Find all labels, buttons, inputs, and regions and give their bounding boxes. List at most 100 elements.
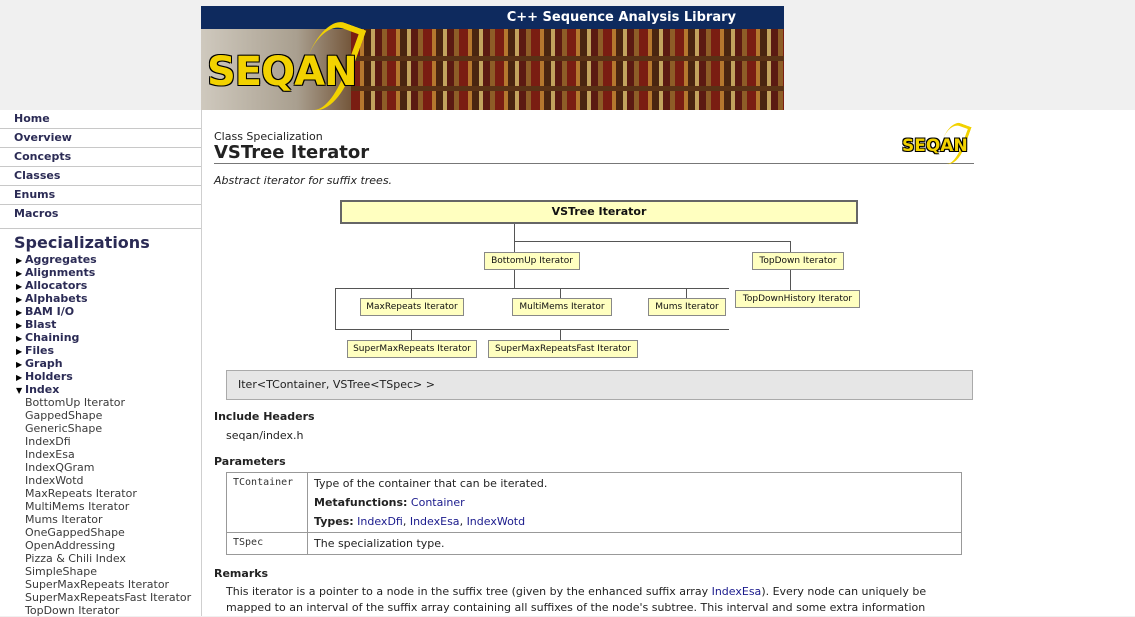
diagram-connector bbox=[560, 329, 561, 340]
diagram-connector bbox=[335, 329, 729, 330]
diagram-connector bbox=[335, 288, 729, 289]
main-content: Class Specialization VSTree Iterator SEQ… bbox=[202, 110, 1135, 616]
sidebar-link-concepts[interactable]: Concepts bbox=[0, 147, 201, 166]
header-banner: C++ Sequence Analysis Library SEQAN bbox=[201, 6, 784, 110]
inheritance-diagram: VSTree Iterator BottomUp Iterator TopDow… bbox=[214, 198, 974, 358]
sidebar-top-links: Home Overview Concepts Classes Enums Mac… bbox=[0, 110, 201, 223]
sidebar-item[interactable]: TopDown Iterator bbox=[0, 604, 201, 617]
sidebar-item[interactable]: SimpleShape bbox=[0, 565, 201, 578]
param-types: Types: IndexDfi, IndexEsa, IndexWotd bbox=[314, 515, 526, 528]
specializations-heading: Specializations bbox=[0, 228, 201, 253]
category-label: Allocators bbox=[25, 279, 88, 292]
banner-title: C++ Sequence Analysis Library bbox=[506, 10, 736, 25]
banner-title-bar: C++ Sequence Analysis Library bbox=[201, 6, 784, 29]
diagram-node-maxrepeats-iterator[interactable]: MaxRepeats Iterator bbox=[360, 298, 464, 316]
diagram-connector bbox=[514, 241, 515, 252]
title-divider bbox=[214, 163, 974, 164]
diagram-connector bbox=[514, 224, 515, 241]
sidebar-item[interactable]: MaxRepeats Iterator bbox=[0, 487, 201, 500]
bookshelf-image bbox=[351, 29, 784, 110]
sidebar-item[interactable]: IndexQGram bbox=[0, 461, 201, 474]
param-name: TContainer bbox=[226, 472, 308, 533]
parameters-table: TContainer Type of the container that ca… bbox=[226, 472, 962, 555]
sidebar-category[interactable]: ▶ Files bbox=[0, 344, 201, 357]
diagram-connector bbox=[514, 269, 515, 288]
sidebar-item[interactable]: GenericShape bbox=[0, 422, 201, 435]
sidebar-item[interactable]: GappedShape bbox=[0, 409, 201, 422]
diagram-node-supermaxrepeats-iterator[interactable]: SuperMaxRepeats Iterator bbox=[347, 340, 477, 358]
diagram-node-multimems-iterator[interactable]: MultiMems Iterator bbox=[512, 298, 612, 316]
sidebar-category[interactable]: ▶ Chaining bbox=[0, 331, 201, 344]
types-label: Types: bbox=[314, 515, 354, 528]
sidebar-category[interactable]: ▶ Aggregates bbox=[0, 253, 201, 266]
sidebar-item[interactable]: BottomUp Iterator bbox=[0, 396, 201, 409]
param-description: The specialization type. bbox=[307, 532, 962, 555]
sidebar-category[interactable]: ▶ Holders bbox=[0, 370, 201, 383]
diagram-node-mums-iterator[interactable]: Mums Iterator bbox=[648, 298, 726, 316]
sidebar-item[interactable]: IndexDfi bbox=[0, 435, 201, 448]
sidebar-category[interactable]: ▶ Alphabets bbox=[0, 292, 201, 305]
table-row: TSpec The specialization type. bbox=[226, 532, 962, 555]
category-label: Graph bbox=[25, 357, 63, 370]
sidebar-category[interactable]: ▶ Blast bbox=[0, 318, 201, 331]
sidebar-category[interactable]: ▶ Graph bbox=[0, 357, 201, 370]
param-metafunctions: Metafunctions: Container bbox=[314, 496, 955, 515]
page-summary: Abstract iterator for suffix trees. bbox=[214, 174, 393, 187]
sidebar-category[interactable]: ▶ BAM I/O bbox=[0, 305, 201, 318]
include-header-value: seqan/index.h bbox=[226, 429, 304, 442]
mini-logo-text: SEQAN bbox=[902, 136, 968, 156]
sidebar-link-overview[interactable]: Overview bbox=[0, 128, 201, 147]
link-indexesa-remarks[interactable]: IndexEsa bbox=[712, 585, 762, 598]
page-title: VSTree Iterator bbox=[214, 142, 370, 163]
link-indexwotd[interactable]: IndexWotd bbox=[467, 515, 526, 528]
param-description: Type of the container that can be iterat… bbox=[307, 472, 962, 533]
sidebar-link-home[interactable]: Home bbox=[0, 110, 201, 128]
sidebar: Home Overview Concepts Classes Enums Mac… bbox=[0, 110, 202, 617]
remarks-heading: Remarks bbox=[214, 567, 269, 580]
sidebar-item[interactable]: MultiMems Iterator bbox=[0, 500, 201, 513]
sidebar-item[interactable]: OpenAddressing bbox=[0, 539, 201, 552]
collapse-triangle-icon: ▼ bbox=[16, 386, 23, 395]
diagram-node-topdownhistory-iterator[interactable]: TopDownHistory Iterator bbox=[735, 290, 860, 308]
diagram-node-supermaxrepeatsfast-iterator[interactable]: SuperMaxRepeatsFast Iterator bbox=[488, 340, 638, 358]
sidebar-item[interactable]: Mums Iterator bbox=[0, 513, 201, 526]
diagram-connector bbox=[335, 288, 336, 330]
diagram-node-topdown-iterator[interactable]: TopDown Iterator bbox=[752, 252, 844, 270]
sidebar-category[interactable]: ▶ Allocators bbox=[0, 279, 201, 292]
shelf-divider bbox=[351, 56, 784, 61]
param-name: TSpec bbox=[226, 532, 308, 555]
category-label: Chaining bbox=[25, 331, 80, 344]
sidebar-item[interactable]: IndexWotd bbox=[0, 474, 201, 487]
sidebar-category[interactable]: ▶ Alignments bbox=[0, 266, 201, 279]
category-label: BAM I/O bbox=[25, 305, 75, 318]
category-label: Holders bbox=[25, 370, 73, 383]
link-indexdfi[interactable]: IndexDfi bbox=[357, 515, 403, 528]
sidebar-item[interactable]: OneGappedShape bbox=[0, 526, 201, 539]
category-label: Alphabets bbox=[25, 292, 88, 305]
seqan-mini-logo: SEQAN bbox=[902, 119, 974, 168]
diagram-connector bbox=[790, 241, 791, 252]
sidebar-item[interactable]: SuperMaxRepeats Iterator bbox=[0, 578, 201, 591]
category-label: Index bbox=[25, 383, 60, 396]
sidebar-item[interactable]: SuperMaxRepeatsFast Iterator bbox=[0, 591, 201, 604]
seqan-logo[interactable]: SEQAN bbox=[207, 49, 358, 95]
metafunctions-label: Metafunctions: bbox=[314, 496, 408, 509]
link-indexesa[interactable]: IndexEsa bbox=[410, 515, 460, 528]
sidebar-category-index[interactable]: ▼ Index bbox=[0, 383, 201, 396]
table-row: TContainer Type of the container that ca… bbox=[226, 472, 962, 533]
diagram-connector bbox=[514, 241, 790, 242]
diagram-connector bbox=[790, 269, 791, 291]
sidebar-link-enums[interactable]: Enums bbox=[0, 185, 201, 204]
link-container[interactable]: Container bbox=[411, 496, 465, 509]
diagram-connector bbox=[411, 329, 412, 340]
diagram-node-bottomup-iterator[interactable]: BottomUp Iterator bbox=[484, 252, 580, 270]
remarks-text-part: This iterator is a pointer to a node in … bbox=[226, 585, 712, 598]
sidebar-item[interactable]: Pizza & Chili Index bbox=[0, 552, 201, 565]
category-label: Alignments bbox=[25, 266, 96, 279]
diagram-node-vstree-iterator: VSTree Iterator bbox=[340, 200, 858, 224]
category-label: Files bbox=[25, 344, 55, 357]
sidebar-link-macros[interactable]: Macros bbox=[0, 204, 201, 223]
sidebar-item[interactable]: IndexEsa bbox=[0, 448, 201, 461]
category-label: Aggregates bbox=[25, 253, 97, 266]
sidebar-link-classes[interactable]: Classes bbox=[0, 166, 201, 185]
